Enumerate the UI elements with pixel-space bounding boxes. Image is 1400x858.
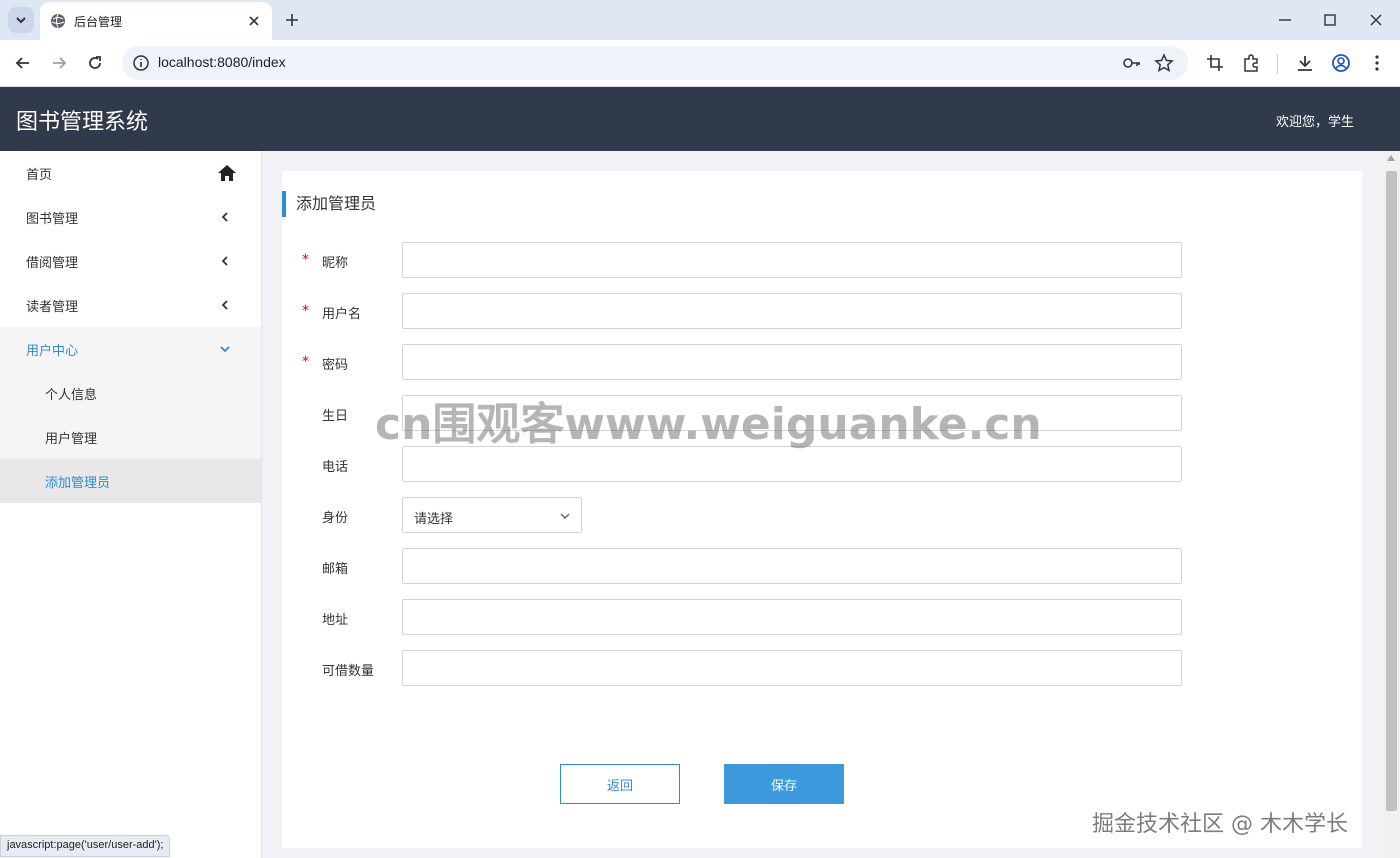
browser-status-bar: javascript:page('user/user-add'); bbox=[0, 835, 171, 857]
chevron-down-icon bbox=[560, 513, 570, 520]
tab-search-button[interactable] bbox=[8, 7, 34, 33]
browser-toolbar: localhost:8080/index bbox=[0, 40, 1400, 87]
borrow-limit-input[interactable] bbox=[402, 650, 1182, 686]
role-select-value: 请选择 bbox=[414, 512, 454, 527]
form-row-password: * 密码 bbox=[282, 344, 1362, 380]
globe-icon bbox=[51, 13, 65, 29]
sidebar-subitem-user-management[interactable]: 用户管理 bbox=[0, 415, 261, 459]
form-row-email: 邮箱 bbox=[282, 548, 1362, 584]
sidebar-subitem-profile[interactable]: 个人信息 bbox=[0, 371, 261, 415]
field-label: 邮箱 bbox=[322, 562, 349, 577]
sidebar-item-home[interactable]: 首页 bbox=[0, 151, 261, 195]
app-header: 图书管理系统 欢迎您，学生 bbox=[0, 87, 1400, 151]
welcome-text[interactable]: 欢迎您，学生 bbox=[1276, 111, 1354, 130]
required-mark: * bbox=[302, 354, 309, 370]
app-title: 图书管理系统 bbox=[16, 110, 149, 135]
watermark-text: cn围观客www.weiguanke.cn bbox=[375, 399, 1042, 450]
field-label: 可借数量 bbox=[322, 664, 375, 679]
field-label: 电话 bbox=[322, 460, 349, 475]
email-input[interactable] bbox=[402, 548, 1182, 584]
sidebar-item-label: 首页 bbox=[26, 167, 53, 183]
field-label: 地址 bbox=[322, 613, 349, 628]
sidebar-item-readers[interactable]: 读者管理 bbox=[0, 283, 261, 327]
scroll-thumb[interactable] bbox=[1386, 171, 1397, 811]
field-label: 身份 bbox=[322, 511, 349, 526]
sidebar-item-label: 用户中心 bbox=[26, 343, 79, 359]
toolbar-divider bbox=[1277, 54, 1278, 74]
home-icon bbox=[218, 165, 236, 181]
key-icon[interactable] bbox=[1122, 54, 1142, 72]
address-bar[interactable]: localhost:8080/index bbox=[122, 46, 1188, 80]
nickname-input[interactable] bbox=[402, 242, 1182, 278]
form-row-username: * 用户名 bbox=[282, 293, 1362, 329]
field-label: 用户名 bbox=[322, 307, 362, 322]
username-input[interactable] bbox=[402, 293, 1182, 329]
forward-arrow-icon[interactable] bbox=[48, 52, 70, 74]
required-mark: * bbox=[302, 252, 309, 268]
extensions-icon[interactable] bbox=[1241, 53, 1261, 73]
field-label: 密码 bbox=[322, 358, 349, 373]
form-row-address: 地址 bbox=[282, 599, 1362, 635]
window-close-icon[interactable] bbox=[1366, 10, 1386, 30]
sidebar-item-user-center[interactable]: 用户中心 bbox=[0, 327, 261, 371]
close-icon[interactable] bbox=[246, 13, 262, 29]
crop-icon[interactable] bbox=[1205, 53, 1225, 73]
sidebar: 首页 图书管理 借阅管理 读者管理 用户中心 个人信息 用户管理 添加管理员 bbox=[0, 151, 262, 858]
sidebar-item-borrow[interactable]: 借阅管理 bbox=[0, 239, 261, 283]
browser-tabbar: 后台管理 bbox=[0, 0, 1400, 40]
minimize-icon[interactable] bbox=[1275, 10, 1295, 30]
field-label: 生日 bbox=[322, 409, 349, 424]
required-mark: * bbox=[302, 303, 309, 319]
chevron-left-icon bbox=[221, 256, 228, 266]
sidebar-item-label: 图书管理 bbox=[26, 211, 79, 227]
save-button[interactable]: 保存 bbox=[724, 764, 844, 804]
reload-icon[interactable] bbox=[84, 52, 106, 74]
more-menu-icon[interactable] bbox=[1367, 53, 1387, 73]
profile-icon[interactable] bbox=[1331, 53, 1351, 73]
back-arrow-icon[interactable] bbox=[12, 52, 34, 74]
form-card: 添加管理员 * 昵称 * 用户名 * 密码 生日 电话 身份 请选择 邮箱 地址… bbox=[282, 171, 1362, 848]
chevron-left-icon bbox=[221, 300, 228, 310]
sidebar-item-books[interactable]: 图书管理 bbox=[0, 195, 261, 239]
sidebar-item-label: 读者管理 bbox=[26, 299, 79, 315]
url-text: localhost:8080/index bbox=[158, 54, 286, 70]
new-tab-icon[interactable] bbox=[282, 10, 302, 30]
chevron-down-icon bbox=[16, 17, 26, 24]
page-scrollbar[interactable] bbox=[1383, 151, 1400, 858]
form-row-nickname: * 昵称 bbox=[282, 242, 1362, 278]
browser-tab[interactable]: 后台管理 bbox=[40, 2, 272, 40]
maximize-icon[interactable] bbox=[1320, 10, 1340, 30]
back-button[interactable]: 返回 bbox=[560, 764, 680, 804]
sidebar-item-label: 借阅管理 bbox=[26, 255, 79, 271]
chevron-down-icon bbox=[220, 346, 230, 353]
sidebar-subitem-add-admin[interactable]: 添加管理员 bbox=[0, 459, 261, 503]
download-icon[interactable] bbox=[1295, 53, 1315, 73]
page-title: 添加管理员 bbox=[282, 191, 376, 217]
watermark-credit: 掘金技术社区 @ 木木学长 bbox=[1092, 812, 1348, 837]
chevron-left-icon bbox=[221, 212, 228, 222]
scroll-up-arrow-icon[interactable] bbox=[1387, 155, 1395, 161]
address-input[interactable] bbox=[402, 599, 1182, 635]
form-row-role: 身份 请选择 bbox=[282, 497, 1362, 533]
password-input[interactable] bbox=[402, 344, 1182, 380]
form-row-borrow-limit: 可借数量 bbox=[282, 650, 1362, 686]
tab-title: 后台管理 bbox=[74, 14, 123, 29]
field-label: 昵称 bbox=[322, 256, 349, 271]
user-center-submenu: 个人信息 用户管理 添加管理员 bbox=[0, 371, 261, 503]
site-info-icon[interactable] bbox=[132, 54, 150, 72]
role-select[interactable]: 请选择 bbox=[402, 497, 582, 533]
bookmark-star-icon[interactable] bbox=[1154, 53, 1174, 73]
